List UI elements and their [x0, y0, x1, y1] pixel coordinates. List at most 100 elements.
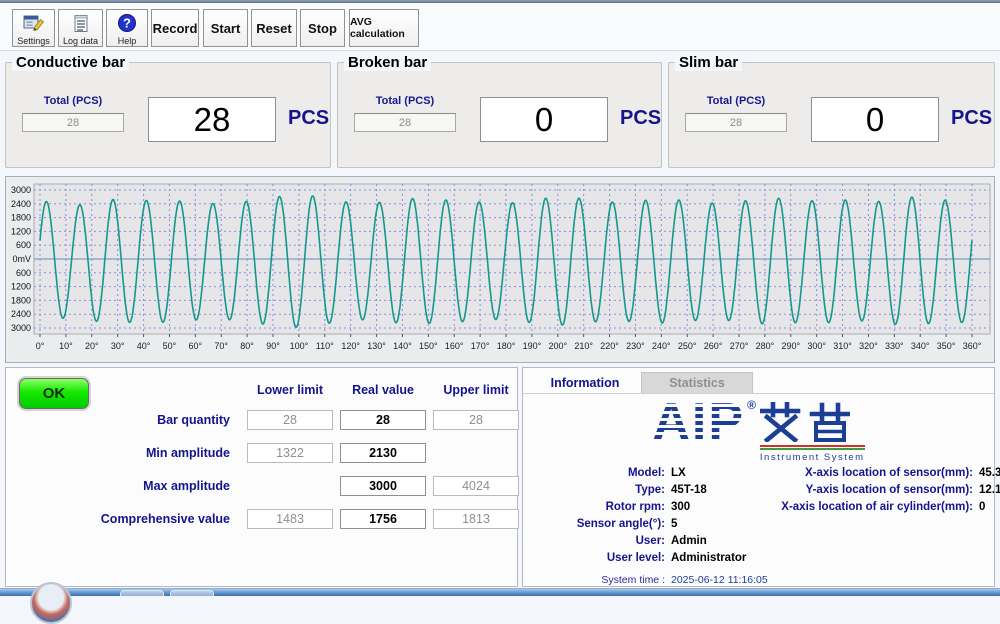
- bar-quantity-lower-input[interactable]: 28: [247, 410, 333, 430]
- model-label: Model:: [529, 467, 671, 479]
- svg-text:300°: 300°: [807, 341, 826, 351]
- record-button[interactable]: Record: [151, 9, 199, 47]
- taskbar-button[interactable]: [170, 590, 214, 596]
- row-label-comprehensive-value: Comprehensive value: [14, 512, 240, 526]
- results-panel: OK Lower limit Real value Upper limit Ba…: [5, 367, 518, 587]
- svg-text:330°: 330°: [885, 341, 904, 351]
- log-data-button[interactable]: Log data: [58, 9, 103, 47]
- svg-text:260°: 260°: [704, 341, 723, 351]
- svg-text:30°: 30°: [111, 341, 125, 351]
- slim-total-input[interactable]: 28: [685, 113, 787, 132]
- group-broken-bar: Broken bar Total (PCS) 28 0 PCS: [337, 54, 662, 168]
- svg-text:600: 600: [16, 240, 31, 250]
- tab-statistics[interactable]: Statistics: [641, 372, 753, 393]
- reset-button[interactable]: Reset: [251, 9, 297, 47]
- svg-text:250°: 250°: [678, 341, 697, 351]
- svg-text:290°: 290°: [781, 341, 800, 351]
- min-amplitude-lower-input[interactable]: 1322: [247, 443, 333, 463]
- svg-text:80°: 80°: [240, 341, 254, 351]
- svg-text:0mV: 0mV: [12, 254, 31, 264]
- total-pcs-label: Total (PCS): [22, 95, 124, 107]
- pcs-unit-label: PCS: [951, 107, 992, 130]
- settings-button[interactable]: Settings: [12, 9, 55, 47]
- toolbar: Settings Log data ? Help Record Start Re…: [0, 3, 1000, 51]
- real-value-header: Real value: [340, 383, 426, 397]
- svg-text:?: ?: [123, 16, 131, 31]
- lower-limit-header: Lower limit: [247, 383, 333, 397]
- avg-calculation-button[interactable]: AVG calculation: [349, 9, 419, 47]
- help-button[interactable]: ? Help: [106, 9, 148, 47]
- svg-text:1800: 1800: [11, 295, 31, 305]
- svg-text:50°: 50°: [163, 341, 177, 351]
- bar-quantity-upper-input[interactable]: 28: [433, 410, 519, 430]
- svg-text:2400: 2400: [11, 309, 31, 319]
- row-label-bar-quantity: Bar quantity: [14, 413, 240, 427]
- svg-text:220°: 220°: [600, 341, 619, 351]
- system-time-value: 2025-06-12 11:16:05: [671, 574, 768, 586]
- total-pcs-label: Total (PCS): [354, 95, 456, 107]
- svg-text:270°: 270°: [730, 341, 749, 351]
- group-title: Slim bar: [675, 54, 742, 71]
- air-cylinder-x-value: 0: [979, 501, 985, 513]
- pcs-unit-label: PCS: [620, 107, 661, 130]
- svg-text:1200: 1200: [11, 282, 31, 292]
- svg-text:110°: 110°: [316, 341, 334, 351]
- conductive-count-display: 28: [148, 97, 276, 142]
- svg-text:1800: 1800: [11, 213, 31, 223]
- start-button[interactable]: Start: [203, 9, 248, 47]
- sensor-x-value: 45.37: [979, 467, 1000, 479]
- comprehensive-upper-input[interactable]: 1813: [433, 509, 519, 529]
- user-level-label: User level:: [529, 552, 671, 564]
- svg-text:350°: 350°: [937, 341, 956, 351]
- start-orb-icon[interactable]: [30, 582, 72, 624]
- stop-button[interactable]: Stop: [300, 9, 345, 47]
- logo-red-line: [760, 445, 865, 447]
- total-pcs-label: Total (PCS): [685, 95, 787, 107]
- user-label: User:: [529, 535, 671, 547]
- model-value: LX: [671, 467, 686, 479]
- taskbar-button[interactable]: [120, 590, 164, 596]
- max-amplitude-upper-input[interactable]: 4024: [433, 476, 519, 496]
- aip-logo-text: AIP: [652, 400, 745, 444]
- svg-text:3000: 3000: [11, 185, 31, 195]
- sensor-y-label: Y-axis location of sensor(mm):: [771, 484, 979, 496]
- help-icon: ?: [117, 13, 137, 35]
- broken-count-display: 0: [480, 97, 608, 142]
- info-panel: Information Statistics AIP ®: [522, 367, 995, 587]
- svg-text:240°: 240°: [652, 341, 671, 351]
- svg-text:1200: 1200: [11, 226, 31, 236]
- tab-information[interactable]: Information: [529, 372, 641, 393]
- svg-text:150°: 150°: [419, 341, 438, 351]
- info-fields-left: Model:LX Type:45T-18 Rotor rpm:300 Senso…: [529, 467, 746, 569]
- sensor-x-label: X-axis location of sensor(mm):: [771, 467, 979, 479]
- rotor-rpm-value: 300: [671, 501, 690, 513]
- svg-text:140°: 140°: [393, 341, 412, 351]
- group-slim-bar: Slim bar Total (PCS) 28 0 PCS: [668, 54, 995, 168]
- pcs-unit-label: PCS: [288, 107, 329, 130]
- conductive-total-input[interactable]: 28: [22, 113, 124, 132]
- waveform-chart-panel: 0°10°20°30°40°50°60°70°80°90°100°110°120…: [5, 176, 995, 363]
- log-data-button-label: Log data: [63, 36, 98, 46]
- svg-text:60°: 60°: [189, 341, 203, 351]
- svg-text:90°: 90°: [266, 341, 280, 351]
- svg-text:600: 600: [16, 268, 31, 278]
- svg-text:180°: 180°: [497, 341, 516, 351]
- svg-text:40°: 40°: [137, 341, 151, 351]
- group-title: Broken bar: [344, 54, 431, 71]
- svg-text:120°: 120°: [341, 341, 360, 351]
- limits-table: Lower limit Real value Upper limit Bar q…: [14, 383, 519, 529]
- max-amplitude-real-value: 3000: [340, 476, 426, 496]
- sensor-angle-label: Sensor angle(°):: [529, 518, 671, 530]
- row-label-min-amplitude: Min amplitude: [14, 446, 240, 460]
- comprehensive-real-value: 1756: [340, 509, 426, 529]
- svg-text:0°: 0°: [36, 341, 45, 351]
- waveform-svg: 0°10°20°30°40°50°60°70°80°90°100°110°120…: [6, 177, 994, 362]
- broken-total-input[interactable]: 28: [354, 113, 456, 132]
- comprehensive-lower-input[interactable]: 1483: [247, 509, 333, 529]
- air-cylinder-x-label: X-axis location of air cylinder(mm):: [771, 501, 979, 513]
- svg-text:200°: 200°: [548, 341, 567, 351]
- system-time-label: System time :: [529, 574, 671, 586]
- svg-text:360°: 360°: [963, 341, 982, 351]
- svg-text:2400: 2400: [11, 199, 31, 209]
- rotor-rpm-label: Rotor rpm:: [529, 501, 671, 513]
